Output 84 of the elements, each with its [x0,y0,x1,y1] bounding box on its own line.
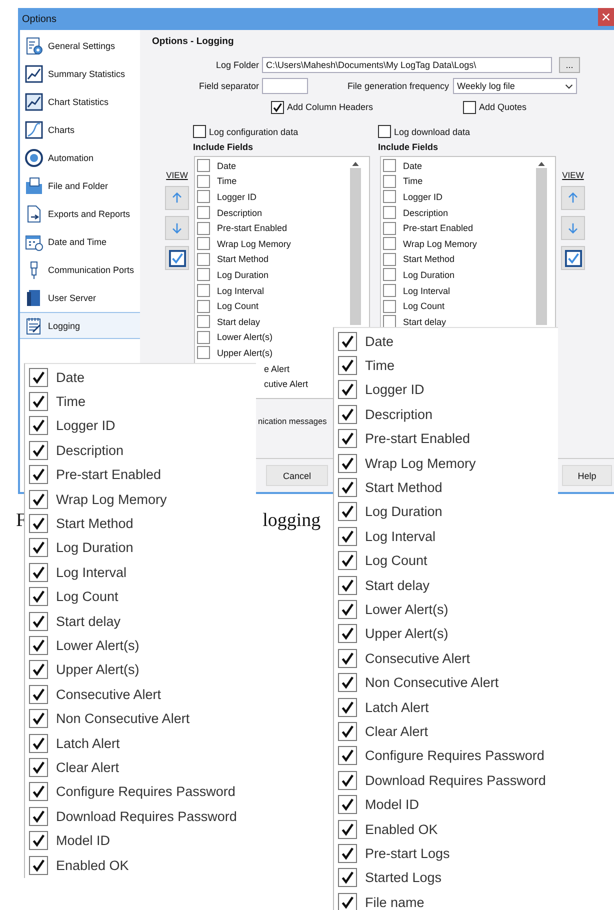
field-label: File generation frequency [346,81,450,91]
field-label: Download Requires Password [365,772,546,788]
field-label: Upper Alert(s) [56,662,140,678]
field-label: Logger ID [56,418,116,434]
field-label: Log Duration [56,540,134,556]
caption-text: logging [262,510,321,532]
checkbox-label: Add Quotes [479,102,527,112]
field-label: Description [365,406,433,422]
field-label: Log Folder [214,60,260,70]
field-label: Start delay [403,316,446,327]
field-label: cutive Alert [264,379,308,390]
field-label: Clear Alert [365,724,428,739]
field-label: Configure Requires Password [365,748,544,764]
field-label: Log Duration [403,270,455,280]
field-label: Log Duration [365,504,442,520]
field-label: Latch Alert [365,700,429,715]
field-label: Log Interval [217,286,264,296]
field-label: Pre-start Logs [365,846,450,861]
field-label: Started Logs [365,870,442,886]
field-label: Description [217,208,262,218]
checkbox-label: nication messages [258,416,327,428]
field-label: Log Count [403,301,445,312]
field-label: Description [56,442,124,458]
field-label: Date [403,160,422,171]
checkbox-label: Log configuration data [209,126,298,136]
field-label: Time [56,394,86,410]
field-label: Start Method [217,254,269,264]
field-label: Lower Alert(s) [56,638,140,653]
field-label: Enabled OK [365,822,438,836]
field-label: Upper Alert(s) [365,626,448,642]
field-label: Description [403,208,448,218]
field-label: Consecutive Alert [365,650,470,666]
checkbox-label: Add Column Headers [287,102,374,112]
field-label: Log Interval [403,286,450,296]
field-label: Field separator [198,81,260,91]
field-label: Time [217,176,237,186]
field-label: Model ID [365,797,420,812]
field-label: Logger ID [403,192,443,202]
field-label: Clear Alert [56,760,120,775]
include-fields-heading: Include Fields [378,142,440,154]
field-label: Wrap Log Memory [365,456,476,471]
field-label: Time [403,176,423,186]
field-label: Configure Requires Password [56,784,236,800]
field-label: Start delay [56,614,121,629]
field-label: Log Count [365,553,428,568]
field-label: Log Count [56,589,118,604]
field-label: Lower Alert(s) [217,332,273,342]
field-label: Latch Alert [56,736,120,751]
field-label: Date [56,370,85,385]
window-title: Options [22,14,56,24]
field-label: Wrap Log Memory [403,238,477,249]
field-label: Log Interval [56,564,127,580]
section-title: Options - Logging [152,36,235,49]
field-label: Non Consecutive Alert [56,711,190,726]
field-label: Consecutive Alert [56,686,162,702]
include-fields-heading: Include Fields [193,142,254,154]
field-label: Model ID [56,833,110,848]
field-label: Start Method [403,254,455,264]
field-label: e Alert [264,364,290,374]
field-label: Start Method [365,480,442,496]
field-label: File name [365,894,424,910]
checkbox-label: Log download data [394,126,470,136]
field-label: Log Duration [217,270,269,280]
field-label: Pre-start Enabled [403,223,474,234]
field-label: Date [365,334,394,349]
field-label: Pre-start Enabled [217,223,288,234]
field-label: Time [365,358,394,374]
field-label: Start delay [217,316,260,327]
field-label: Logger ID [217,192,257,202]
field-label: Pre-start Enabled [365,431,470,446]
field-label: Log Interval [365,528,436,544]
field-label: Log Count [217,301,259,312]
field-label: Start Method [56,516,134,532]
field-label: Lower Alert(s) [365,602,448,617]
field-label: Date [217,160,236,171]
field-label: Pre-start Enabled [56,467,162,482]
field-label: Enabled OK [56,858,129,872]
field-label: Wrap Log Memory [56,492,167,507]
field-label: Upper Alert(s) [217,348,273,358]
field-label: Start delay [365,578,430,593]
field-label: Wrap Log Memory [217,238,291,249]
field-label: Non Consecutive Alert [365,675,499,690]
field-label: Logger ID [365,382,424,398]
field-label: Download Requires Password [56,808,237,824]
